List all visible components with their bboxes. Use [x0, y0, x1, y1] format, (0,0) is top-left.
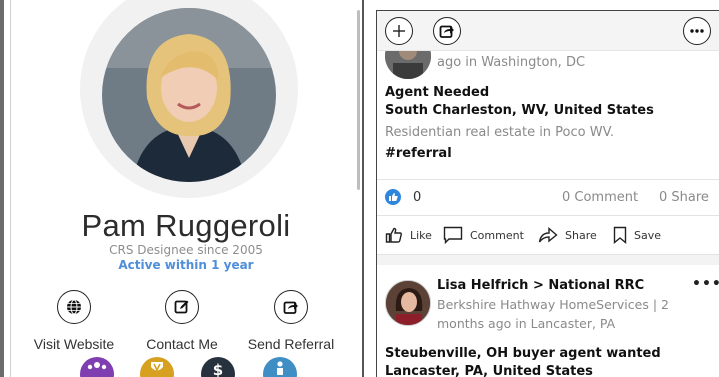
thumbs-up-icon	[385, 227, 402, 243]
profile-avatar	[102, 8, 276, 182]
comment-icon	[443, 226, 463, 244]
activity-status: Active within 1 year	[118, 258, 254, 272]
post-separator	[377, 255, 719, 265]
like-label: Like	[410, 228, 432, 242]
thumbs-up-badge-icon	[385, 189, 401, 205]
shield-v-icon[interactable]	[140, 357, 174, 377]
comment-count[interactable]: 0 Comment	[562, 190, 638, 205]
save-button[interactable]: Save	[613, 226, 661, 244]
dollar-icon[interactable]: $	[201, 357, 235, 377]
share-arrow-icon	[274, 290, 308, 324]
like-button[interactable]: Like	[385, 226, 432, 244]
share-count[interactable]: 0 Share	[659, 190, 709, 205]
comment-button[interactable]: Comment	[443, 226, 524, 244]
post-hashtag[interactable]: #referral	[385, 146, 452, 161]
bookmark-icon	[613, 226, 627, 244]
share-button[interactable]: Share	[538, 226, 597, 244]
add-icon[interactable]	[385, 17, 413, 45]
designation-text: CRS Designee since 2005	[109, 243, 263, 257]
post-location: Lancaster, PA, United States	[385, 364, 593, 377]
left-edge-bar	[0, 0, 4, 377]
comment-label: Comment	[470, 228, 524, 242]
post-meta: Berkshire Hathway HomeServices | 2	[437, 297, 669, 312]
contact-me-label: Contact Me	[146, 336, 218, 352]
save-label: Save	[634, 228, 662, 242]
feed-toolbar	[377, 11, 719, 51]
like-count: 0	[413, 190, 422, 205]
group-icon[interactable]	[80, 357, 114, 377]
globe-icon	[57, 290, 91, 324]
post-author-name[interactable]: Lisa Helfrich > National RRC	[437, 278, 644, 293]
post-meta: months ago in Lancaster, PA	[437, 316, 616, 331]
post-stats: 0 0 Comment 0 Share	[377, 179, 719, 215]
post-actions: Like Comment Share Save	[377, 215, 719, 255]
send-referral-button[interactable]: Send Referral	[231, 290, 351, 352]
svg-text:$: $	[213, 361, 223, 377]
visit-website-button[interactable]: Visit Website	[14, 290, 134, 352]
contact-me-button[interactable]: Contact Me	[122, 290, 242, 352]
post-title: Agent Needed	[385, 85, 490, 100]
share-forward-icon	[538, 226, 558, 243]
feed-pane: ago in Washington, DC Agent Needed South…	[376, 10, 719, 377]
post-description: Residentian real estate in Poco WV.	[385, 125, 614, 140]
more-icon[interactable]	[683, 17, 711, 45]
send-referral-label: Send Referral	[247, 336, 335, 352]
visit-website-label: Visit Website	[33, 336, 115, 352]
share-icon[interactable]	[433, 17, 461, 45]
left-inner-border	[10, 0, 11, 377]
post-location: South Charleston, WV, United States	[385, 103, 654, 118]
profile-pane: Pam Ruggeroli CRS Designee since 2005 Ac…	[0, 0, 364, 377]
profile-scrollbar[interactable]	[357, 10, 360, 190]
profile-name: Pam Ruggeroli	[81, 208, 291, 243]
share-label: Share	[565, 228, 597, 242]
post-author-avatar[interactable]	[385, 280, 431, 326]
post-meta: ago in Washington, DC	[437, 55, 586, 70]
more-options-icon[interactable]: •••	[692, 276, 719, 292]
edit-icon	[165, 290, 199, 324]
post-title: Steubenville, OH buyer agent wanted	[385, 346, 661, 361]
podium-person-icon[interactable]	[263, 357, 297, 377]
